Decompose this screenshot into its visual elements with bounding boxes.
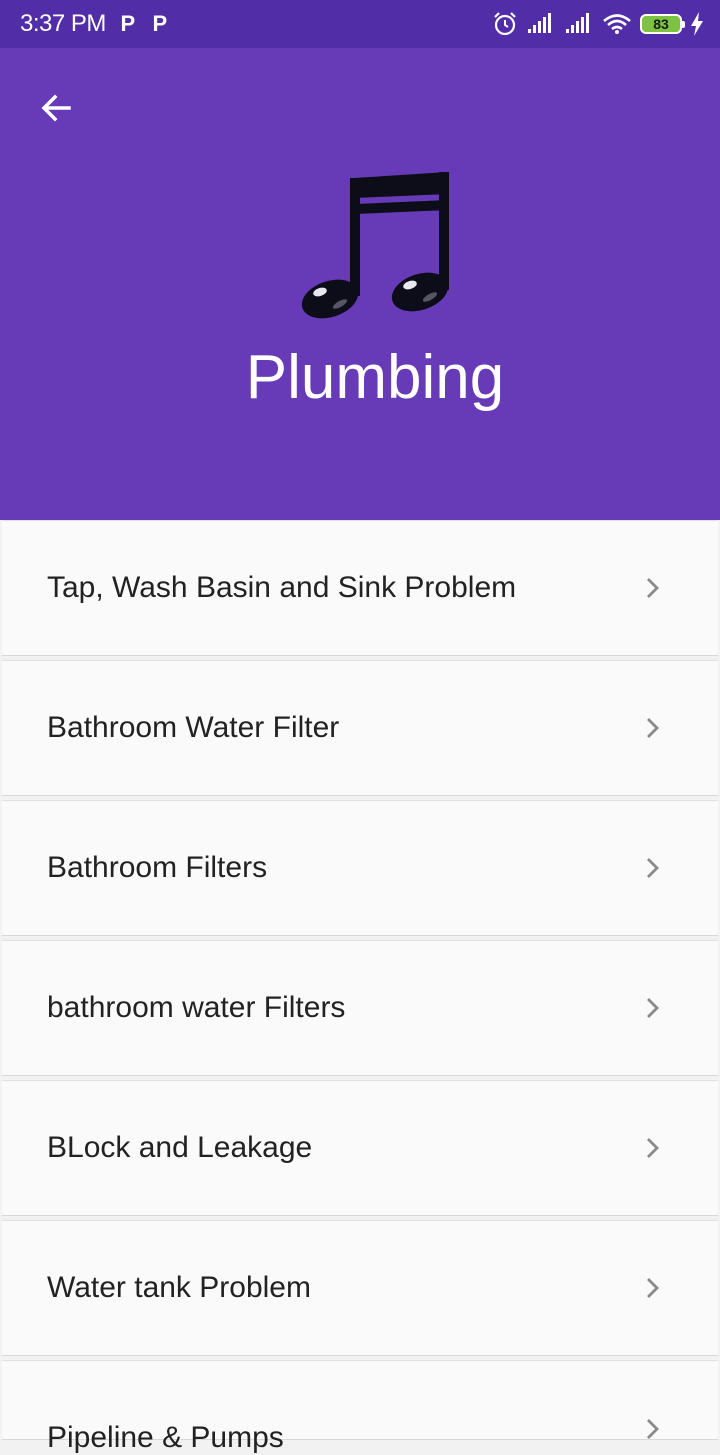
chevron-right-icon [647, 998, 659, 1018]
chevron-right-icon [647, 858, 659, 878]
status-bar-right: 83 [492, 11, 704, 37]
list-item-label: bathroom water Filters [47, 991, 346, 1024]
list-item[interactable]: Bathroom Filters [2, 800, 718, 936]
list-item-label: Pipeline & Pumps [47, 1421, 284, 1454]
list-item[interactable]: Bathroom Water Filter [2, 660, 718, 796]
arrow-left-icon [41, 94, 71, 122]
list-item-label: Bathroom Filters [47, 851, 268, 884]
list-item-label: BLock and Leakage [47, 1131, 313, 1164]
chevron-right-icon [647, 718, 659, 738]
back-button[interactable] [28, 80, 84, 136]
battery-icon: 83 [640, 14, 685, 34]
chevron-right-icon [647, 1138, 659, 1158]
charging-icon [691, 12, 703, 36]
list-item-label: Water tank Problem [47, 1271, 311, 1304]
chevron-right-icon [647, 1278, 659, 1298]
chevron-right-icon [647, 1419, 659, 1439]
alarm-icon [494, 12, 516, 36]
music-note-icon [301, 172, 449, 319]
list-item[interactable]: Pipeline & Pumps [2, 1360, 718, 1454]
status-bar: 3:37 PM P P 83 [0, 0, 720, 48]
list-item[interactable]: BLock and Leakage [2, 1080, 718, 1216]
list-item-label: Tap, Wash Basin and Sink Problem [47, 571, 517, 604]
status-time: 3:37 PM [20, 10, 106, 37]
page-title: Plumbing [245, 343, 505, 412]
wifi-icon [603, 14, 631, 34]
category-header: Plumbing [0, 48, 720, 520]
notification-icon: P [152, 11, 168, 36]
signal-icon [566, 13, 589, 33]
list-item[interactable]: Water tank Problem [2, 1220, 718, 1356]
status-bar-left: 3:37 PM P P [20, 10, 170, 38]
list-item-label: Bathroom Water Filter [47, 711, 340, 744]
chevron-right-icon [647, 578, 659, 598]
battery-level: 83 [653, 16, 669, 32]
list-item[interactable]: bathroom water Filters [2, 940, 718, 1076]
list-item[interactable]: Tap, Wash Basin and Sink Problem [2, 520, 718, 656]
signal-icon [528, 13, 551, 33]
notification-icon: P [120, 11, 136, 36]
